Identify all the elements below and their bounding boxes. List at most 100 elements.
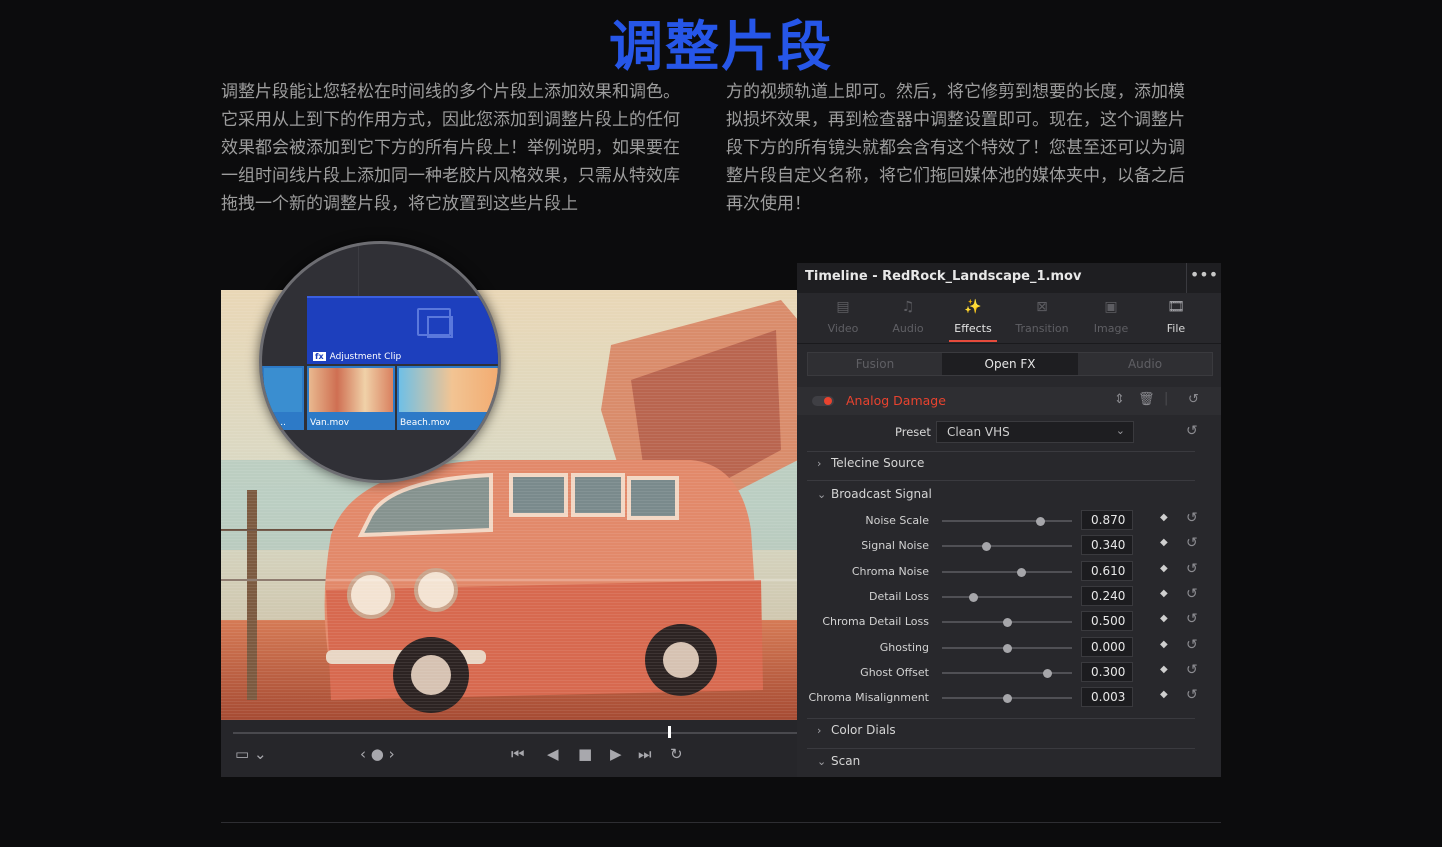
more-options-icon[interactable]: ••• [1186,263,1221,293]
slider-knob[interactable] [982,542,992,552]
param-slider[interactable] [942,618,1072,628]
reset-icon[interactable]: ↺ [1186,611,1198,627]
play-reverse-icon[interactable]: ◀ [547,744,559,764]
param-slider[interactable] [942,668,1072,678]
adjustment-clip[interactable]: fx Adjustment Clip [307,296,498,364]
clip-thumbnail [264,368,302,412]
separator-icon: | [1164,391,1169,406]
effects-icon: ✨ [964,299,982,315]
param-value-field[interactable]: 0.500 [1081,611,1133,632]
reset-icon[interactable]: ↺ [1186,510,1198,526]
effect-name: Analog Damage [846,393,946,408]
param-label: Detail Loss [868,589,929,603]
reset-icon[interactable]: ↺ [1186,687,1198,703]
keyframe-icon[interactable]: ◆ [1160,664,1168,675]
param-row: Chroma Misalignment 0.003 ◆ ↺ [797,686,1221,710]
adjustment-clip-icon [417,308,453,338]
slider-knob[interactable] [969,592,979,602]
section-broadcast-signal[interactable]: ⌄ Broadcast Signal [817,487,932,501]
tab-transition[interactable]: ⊠ Transition [1009,293,1075,343]
reorder-icon[interactable]: ⇕ [1114,392,1125,407]
slider-knob[interactable] [1035,517,1045,526]
go-to-end-icon[interactable]: ⏭ [638,744,652,764]
play-icon[interactable]: ▶ [610,744,622,764]
chevron-down-icon: ⌄ [817,755,827,768]
timeline-clip-beach[interactable]: Beach.mov [397,366,498,430]
param-row: Chroma Noise 0.610 ◆ ↺ [797,560,1221,584]
subtab-fusion[interactable]: Fusion [808,353,942,375]
keyframe-icon[interactable]: ◆ [1160,639,1168,650]
tab-audio[interactable]: ♫ Audio [875,293,941,343]
param-label: Ghosting [879,640,929,654]
slider-knob[interactable] [1043,668,1053,678]
keyframe-icon[interactable]: ◆ [1160,512,1168,523]
keyframe-icon[interactable]: ◆ [1160,563,1168,574]
slider-knob[interactable] [1003,618,1012,628]
param-slider[interactable] [942,542,1072,552]
section-scan[interactable]: ⌄ Scan [817,754,860,768]
param-slider[interactable] [942,643,1072,653]
tab-image[interactable]: ▣ Image [1078,293,1144,343]
inspector-title: Timeline - RedRock_Landscape_1.mov [805,269,1082,284]
subtab-audio[interactable]: Audio [1078,353,1212,375]
param-label: Chroma Detail Loss [822,615,929,629]
param-slider[interactable] [942,694,1072,704]
reset-icon[interactable]: ↺ [1186,586,1198,602]
param-slider[interactable] [942,592,1072,602]
timeline-clip-van[interactable]: Van.mov [307,366,395,430]
preset-reset-icon[interactable]: ↺ [1186,423,1198,439]
transport-bar: ▭ ⌄ ‹ ● › ⏮ ◀ ■ ▶ ⏭ ↻ [221,720,798,777]
param-value-field[interactable]: 0.000 [1081,636,1133,657]
timeline-magnifier: fx Adjustment Clip EN... Van.mov Beach.mo… [259,241,501,483]
section-color-dials[interactable]: › Color Dials [817,723,896,737]
tab-effects[interactable]: ✨ Effects [940,293,1006,343]
divider [807,718,1195,719]
reset-icon[interactable]: ↺ [1186,535,1198,551]
reset-icon[interactable]: ↺ [1186,637,1198,653]
param-value-field[interactable]: 0.300 [1081,661,1133,682]
slider-knob[interactable] [1003,694,1012,704]
transition-icon: ⊠ [1036,299,1048,315]
reset-effect-icon[interactable]: ↺ [1188,392,1199,407]
subtab-open-fx[interactable]: Open FX [942,353,1078,375]
param-row: Ghosting 0.000 ◆ ↺ [797,636,1221,660]
param-slider[interactable] [942,567,1072,577]
delete-icon[interactable]: 🗑 [1138,392,1155,407]
param-slider[interactable] [942,517,1072,526]
clip-name: Beach.mov [400,418,451,428]
param-value-field[interactable]: 0.240 [1081,585,1133,606]
param-value-field[interactable]: 0.870 [1081,510,1133,530]
reset-icon[interactable]: ↺ [1186,662,1198,678]
timeline-clip-left[interactable]: EN... [262,366,304,430]
tab-file[interactable]: 🎞 File [1143,293,1209,343]
tab-label: Audio [892,322,924,335]
param-value-field[interactable]: 0.340 [1081,535,1133,556]
loop-icon[interactable]: ↻ [670,744,683,764]
param-value-field[interactable]: 0.003 [1081,687,1133,708]
fx-badge: fx [313,352,326,361]
section-label: Telecine Source [831,456,925,470]
slider-knob[interactable] [1003,643,1012,653]
scrubber-track[interactable] [233,732,798,734]
tab-video[interactable]: ▤ Video [810,293,876,343]
section-label: Color Dials [831,723,896,737]
reset-icon[interactable]: ↺ [1186,561,1198,577]
stop-icon[interactable]: ■ [578,744,592,764]
keyframe-icon[interactable]: ◆ [1160,537,1168,548]
playhead[interactable] [668,726,671,738]
slider-knob[interactable] [1017,567,1027,577]
effect-enable-toggle[interactable] [812,396,834,406]
section-telecine-source[interactable]: › Telecine Source [817,456,924,470]
preset-dropdown[interactable]: Clean VHS ⌄ [936,421,1134,443]
keyframe-icon[interactable]: ◆ [1160,613,1168,624]
keyframe-icon[interactable]: ◆ [1160,588,1168,599]
file-icon: 🎞 [1167,299,1185,315]
preset-label: Preset [895,425,931,439]
keyframe-icon[interactable]: ◆ [1160,689,1168,700]
section-label: Scan [831,754,861,768]
viewer-crop-icon[interactable]: ▭ ⌄ [235,744,267,764]
clip-nav-icon[interactable]: ‹ ● › [360,744,395,764]
go-to-start-icon[interactable]: ⏮ [511,744,525,764]
param-label: Signal Noise [861,539,929,553]
param-value-field[interactable]: 0.610 [1081,560,1133,581]
